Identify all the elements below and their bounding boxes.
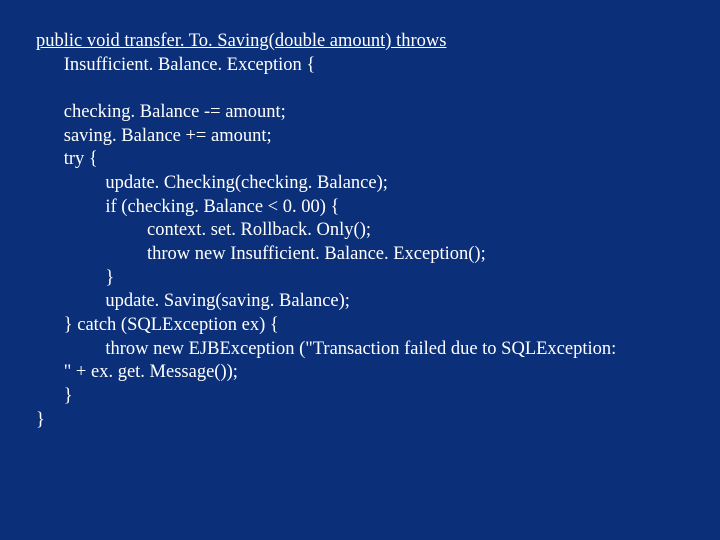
code-line: } bbox=[64, 386, 73, 406]
code-block: public void transfer. To. Saving(double … bbox=[36, 30, 690, 432]
code-line: } catch (SQLException ex) { bbox=[64, 315, 279, 335]
code-line: if (checking. Balance < 0. 00) { bbox=[105, 197, 339, 217]
code-line: Insufficient. Balance. Exception { bbox=[64, 55, 316, 75]
code-line: context. set. Rollback. Only(); bbox=[147, 220, 371, 240]
code-slide: public void transfer. To. Saving(double … bbox=[0, 0, 720, 540]
code-line: throw new EJBException ("Transaction fai… bbox=[105, 339, 616, 359]
code-line: try { bbox=[64, 149, 98, 169]
code-line: throw new Insufficient. Balance. Excepti… bbox=[147, 244, 486, 264]
code-line: checking. Balance -= amount; bbox=[64, 102, 286, 122]
code-line: update. Checking(checking. Balance); bbox=[105, 173, 388, 193]
code-line: " + ex. get. Message()); bbox=[64, 362, 238, 382]
code-line: saving. Balance += amount; bbox=[64, 126, 272, 146]
code-line: } bbox=[36, 410, 45, 430]
code-line: } bbox=[105, 268, 114, 288]
code-line: public void transfer. To. Saving(double … bbox=[36, 31, 446, 51]
code-line: update. Saving(saving. Balance); bbox=[105, 291, 350, 311]
